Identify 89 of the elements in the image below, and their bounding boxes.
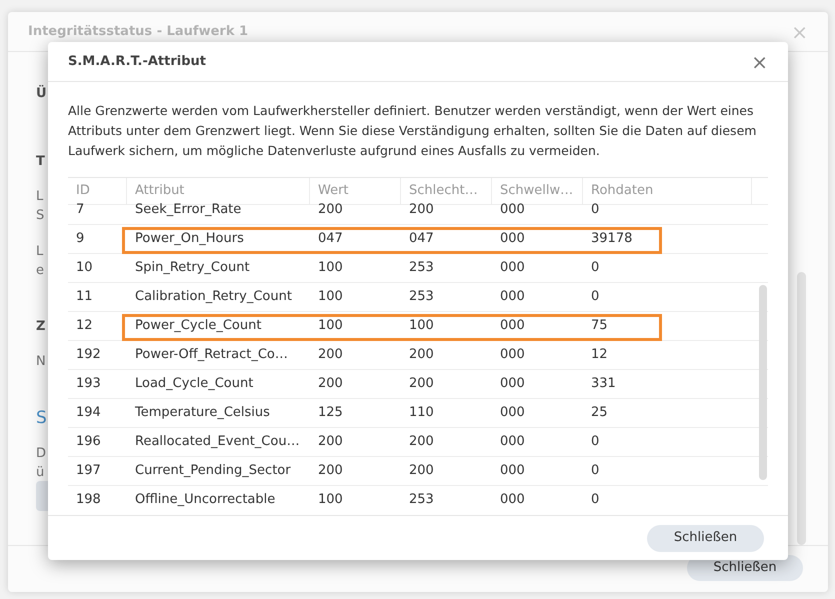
table-row[interactable]: 7 Seek_Error_Rate 200 200 000 0 [68, 196, 768, 225]
table-cell-text: 0 [590, 259, 600, 278]
table-cell-text: 198 [75, 491, 102, 510]
table-cell-text: 200 [408, 375, 435, 394]
table-cell-text: 000 [499, 462, 526, 480]
table-cell-text: Power_On_Hours [134, 230, 245, 248]
table-cell-text: 200 [317, 201, 344, 220]
body-text: N [36, 353, 46, 371]
table-cell-text: Calibration_Retry_Count [134, 288, 293, 306]
table-cell-text: 000 [499, 375, 526, 394]
table-cell-text: 000 [499, 491, 526, 510]
table-cell-text: 000 [499, 230, 526, 248]
table-cell-text: 331 [590, 375, 617, 394]
table-cell-text: 125 [317, 404, 344, 422]
table-cell-text: 200 [408, 201, 435, 220]
table-cell-text: 110 [408, 404, 435, 422]
table-cell-text: Reallocated_Event_Cou… [134, 433, 301, 452]
table-cell-text: 100 [317, 317, 344, 336]
table-cell-text: 192 [75, 346, 102, 364]
table-row[interactable]: 9 Power_On_Hours 047 047 000 39178 [68, 225, 768, 254]
table-cell-text: 10 [75, 259, 94, 278]
body-text: L [36, 188, 44, 206]
table-cell-text: 197 [75, 462, 102, 480]
table-cell-text: 25 [590, 404, 609, 422]
table-cell-text: Power-Off_Retract_Co… [134, 346, 289, 364]
table-cell-text: 75 [590, 317, 609, 336]
table-cell-text: 0 [590, 462, 600, 480]
table-cell-text: 0 [590, 201, 600, 220]
scrollbar[interactable] [759, 285, 767, 480]
table-cell-text: Power_Cycle_Count [134, 317, 262, 336]
table-cell-text: 7 [75, 201, 86, 220]
table-cell-text: 000 [499, 259, 526, 278]
window-title: Integritätsstatus - Laufwerk 1 [28, 22, 248, 41]
table-cell-text: Current_Pending_Sector [134, 462, 292, 480]
table-cell-text: 000 [499, 346, 526, 364]
table-cell-text: 100 [408, 317, 435, 336]
table-cell-text: 000 [499, 288, 526, 306]
table-cell-text: 253 [408, 259, 435, 278]
table-cell-text: 253 [408, 491, 435, 510]
table-cell-text: 000 [499, 433, 526, 452]
table-cell-text: Seek_Error_Rate [134, 201, 242, 220]
table-cell-text: 200 [408, 433, 435, 452]
table-cell-text: 194 [75, 404, 102, 422]
section-heading: Ü [36, 84, 47, 103]
table-cell-text: Load_Cycle_Count [134, 375, 254, 394]
table-row[interactable]: 10 Spin_Retry_Count 100 253 000 0 [68, 254, 768, 283]
table-row[interactable]: 198 Offline_Uncorrectable 100 253 000 0 [68, 486, 768, 512]
section-heading: Z [36, 318, 46, 336]
table-cell-text: 047 [317, 230, 344, 248]
table-cell-text: 12 [75, 317, 94, 336]
table-cell-text: 11 [75, 288, 94, 306]
table-cell-text: Temperature_Celsius [134, 404, 271, 422]
description-text: Alle Grenzwerte werden vom Laufwerkhersteller definiert. Benutzer werden verständigt, wenn der Wert eines Attributs unter dem Grenzwert liegt. Wenn Sie diese Verständigung erhalten, sollten Sie die Daten auf diesem Laufwerk sichern, um mögliche Datenverluste aufgrund eines Ausfalls zu vermeiden. [68, 102, 758, 160]
table-cell-text: 253 [408, 288, 435, 306]
body-text: ü [36, 464, 44, 482]
table-cell-text: Offline_Uncorrectable [134, 491, 276, 510]
table-cell-text: 200 [317, 462, 344, 480]
body-text: L [36, 243, 44, 261]
body-text: D [36, 445, 46, 463]
table-cell-text: 000 [499, 404, 526, 422]
table-cell-text: 12 [590, 346, 609, 364]
table-cell-text: 200 [317, 375, 344, 394]
table-cell-text: 100 [317, 491, 344, 510]
table-cell-text: 193 [75, 375, 102, 394]
table-cell-text: 200 [317, 433, 344, 452]
body-text: S [36, 207, 44, 225]
close-text-button[interactable]: Schließen [647, 524, 764, 552]
table-cell-text: 0 [590, 288, 600, 306]
table-cell-text: 200 [408, 346, 435, 364]
table-cell-text: Spin_Retry_Count [134, 259, 251, 278]
close-button[interactable]: × [751, 52, 768, 72]
table-cell-text: 200 [317, 346, 344, 364]
body-text: e [36, 262, 44, 280]
table-cell-text: 0 [590, 491, 600, 510]
table-cell-text: 100 [317, 288, 344, 306]
section-heading: T [36, 153, 45, 171]
table-cell-text: 000 [499, 317, 526, 336]
table-cell-text: 39178 [590, 230, 634, 248]
scrollbar[interactable] [797, 272, 806, 545]
dialog-title: S.M.A.R.T.-Attribut [68, 52, 206, 71]
table-cell-text: 200 [408, 462, 435, 480]
table-cell-text: 0 [590, 433, 600, 452]
button[interactable] [36, 481, 48, 511]
table-cell-text: 196 [75, 433, 102, 452]
table-cell-text: 000 [499, 201, 526, 220]
table-cell-text: 100 [317, 259, 344, 278]
table-cell-text: 9 [75, 230, 86, 248]
table-cell-text: 047 [408, 230, 435, 248]
table-row[interactable]: 12 Power_Cycle_Count 100 100 000 75 [68, 312, 768, 341]
